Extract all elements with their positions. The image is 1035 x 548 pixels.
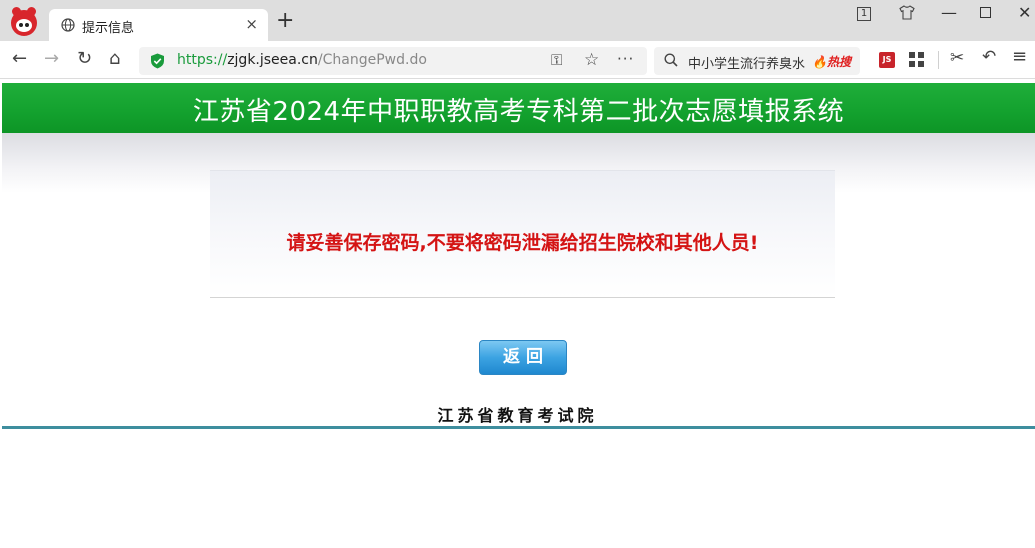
globe-icon bbox=[61, 18, 75, 32]
password-warning-text: 请妥善保存密码,不要将密码泄漏给招生院校和其他人员! bbox=[286, 232, 759, 254]
back-icon[interactable]: ← bbox=[12, 49, 27, 69]
footer-divider bbox=[2, 426, 1035, 429]
address-bar[interactable]: https://zjgk.jseea.cn/ChangePwd.do ⚿ ☆ ·… bbox=[139, 47, 647, 75]
notice-panel: 请妥善保存密码,不要将密码泄漏给招生院校和其他人员! bbox=[210, 170, 835, 298]
url-path: /ChangePwd.do bbox=[317, 52, 427, 68]
skin-shirt-icon[interactable] bbox=[899, 5, 915, 20]
maximize-icon[interactable] bbox=[980, 7, 991, 18]
new-tab-button[interactable]: + bbox=[276, 10, 294, 32]
password-key-icon[interactable]: ⚿ bbox=[551, 51, 562, 69]
page-content: 江苏省2024年中职职教高考专科第二批次志愿填报系统 请妥善保存密码,不要将密码… bbox=[0, 80, 1035, 548]
browser-tab-active[interactable]: 提示信息 × bbox=[49, 9, 268, 41]
url-scheme: https:// bbox=[177, 52, 228, 68]
footer-organization: 江苏省教育考试院 bbox=[437, 406, 598, 425]
url-host: zjgk.jseea.cn bbox=[227, 52, 318, 68]
security-shield-icon[interactable] bbox=[150, 53, 165, 69]
more-options-icon[interactable]: ··· bbox=[617, 50, 634, 68]
screenshot-scissors-icon[interactable]: ✂ bbox=[950, 48, 964, 68]
hot-search-label: 热搜 bbox=[826, 55, 851, 69]
reload-icon[interactable]: ↻ bbox=[77, 49, 92, 69]
fire-icon: 🔥 bbox=[812, 55, 827, 69]
back-button[interactable]: 返回 bbox=[479, 340, 567, 375]
search-suggestion[interactable]: 中小学生流行养臭水 bbox=[688, 53, 805, 72]
tab-count-icon[interactable]: 1 bbox=[857, 7, 871, 21]
window-close-icon[interactable]: ✕ bbox=[1018, 3, 1031, 22]
address-url[interactable]: https://zjgk.jseea.cn/ChangePwd.do bbox=[177, 52, 427, 68]
undo-icon[interactable]: ↶ bbox=[982, 47, 996, 67]
header-banner: 江苏省2024年中职职教高考专科第二批次志愿填报系统 bbox=[2, 83, 1035, 133]
search-box[interactable]: 中小学生流行养臭水 🔥热搜 bbox=[654, 47, 860, 75]
bookmark-star-icon[interactable]: ☆ bbox=[584, 50, 599, 70]
tab-title: 提示信息 bbox=[82, 21, 135, 36]
forward-icon[interactable]: → bbox=[44, 49, 59, 69]
home-icon[interactable]: ⌂ bbox=[109, 49, 120, 69]
tab-close-icon[interactable]: × bbox=[245, 15, 258, 33]
page-title: 江苏省2024年中职职教高考专科第二批次志愿填报系统 bbox=[192, 97, 845, 127]
hot-search-badge[interactable]: 🔥热搜 bbox=[812, 53, 851, 70]
search-icon bbox=[664, 53, 678, 67]
browser-logo-icon[interactable] bbox=[11, 7, 37, 36]
toolbar-divider bbox=[938, 51, 939, 69]
browser-toolbar: ← → ↻ ⌂ https://zjgk.jseea.cn/ChangePwd.… bbox=[0, 41, 1035, 79]
apps-grid-icon[interactable] bbox=[909, 52, 925, 68]
menu-icon[interactable]: ≡ bbox=[1012, 46, 1027, 67]
browser-tab-strip: 提示信息 × + 1 — ✕ bbox=[0, 0, 1035, 41]
js-extension-icon[interactable]: JS bbox=[879, 52, 895, 68]
minimize-icon[interactable]: — bbox=[941, 3, 957, 22]
